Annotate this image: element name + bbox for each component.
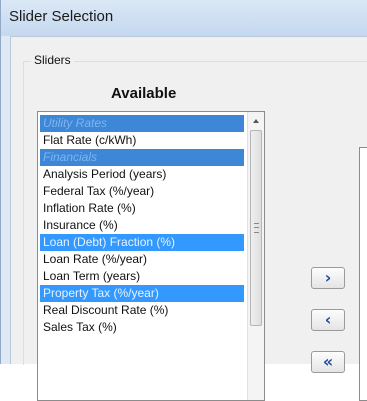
list-item[interactable]: Loan (Debt) Fraction (%) (40, 234, 244, 251)
list-item[interactable]: Inflation Rate (%) (40, 200, 244, 217)
window-title: Slider Selection (9, 8, 114, 25)
selected-sliders-list[interactable] (359, 147, 367, 401)
chevron-left-icon: ‹ (324, 310, 332, 329)
slider-selection-window: Slider Selection Sliders Available Utili… (0, 0, 367, 401)
list-item[interactable]: Federal Tax (%/year) (40, 183, 244, 200)
double-chevron-left-icon: « (322, 352, 334, 371)
chevron-right-icon: › (324, 268, 332, 287)
scroll-up-arrow-icon (253, 119, 259, 123)
list-item[interactable]: Insurance (%) (40, 217, 244, 234)
dialog-client-area: Sliders Available Utility Rates Flat Rate… (10, 36, 367, 401)
available-heading: Available (111, 85, 177, 102)
list-item[interactable]: Analysis Period (years) (40, 166, 244, 183)
title-bar[interactable]: Slider Selection (1, 0, 367, 36)
list-item[interactable]: Loan Term (years) (40, 268, 244, 285)
available-sliders-list[interactable]: Utility Rates Flat Rate (c/kWh) Financials… (37, 111, 265, 401)
list-item[interactable]: Property Tax (%/year) (40, 285, 244, 302)
list-item[interactable]: Sales Tax (%) (40, 319, 244, 336)
remove-all-sliders-button[interactable]: « (311, 351, 345, 373)
available-items-container: Utility Rates Flat Rate (c/kWh) Financials… (40, 115, 244, 336)
add-slider-button[interactable]: › (311, 267, 345, 289)
scroll-grip-icon (254, 223, 259, 233)
scroll-up-button[interactable] (249, 113, 263, 129)
sliders-group-label: Sliders (31, 53, 74, 67)
list-item[interactable]: Loan Rate (%/year) (40, 251, 244, 268)
list-category-header: Utility Rates (40, 115, 244, 132)
list-item[interactable]: Real Discount Rate (%) (40, 302, 244, 319)
list-item[interactable]: Flat Rate (c/kWh) (40, 132, 244, 149)
remove-slider-button[interactable]: ‹ (311, 309, 345, 331)
list-scrollbar[interactable] (247, 112, 264, 400)
list-category-header: Financials (40, 149, 244, 166)
scroll-thumb[interactable] (250, 130, 262, 326)
